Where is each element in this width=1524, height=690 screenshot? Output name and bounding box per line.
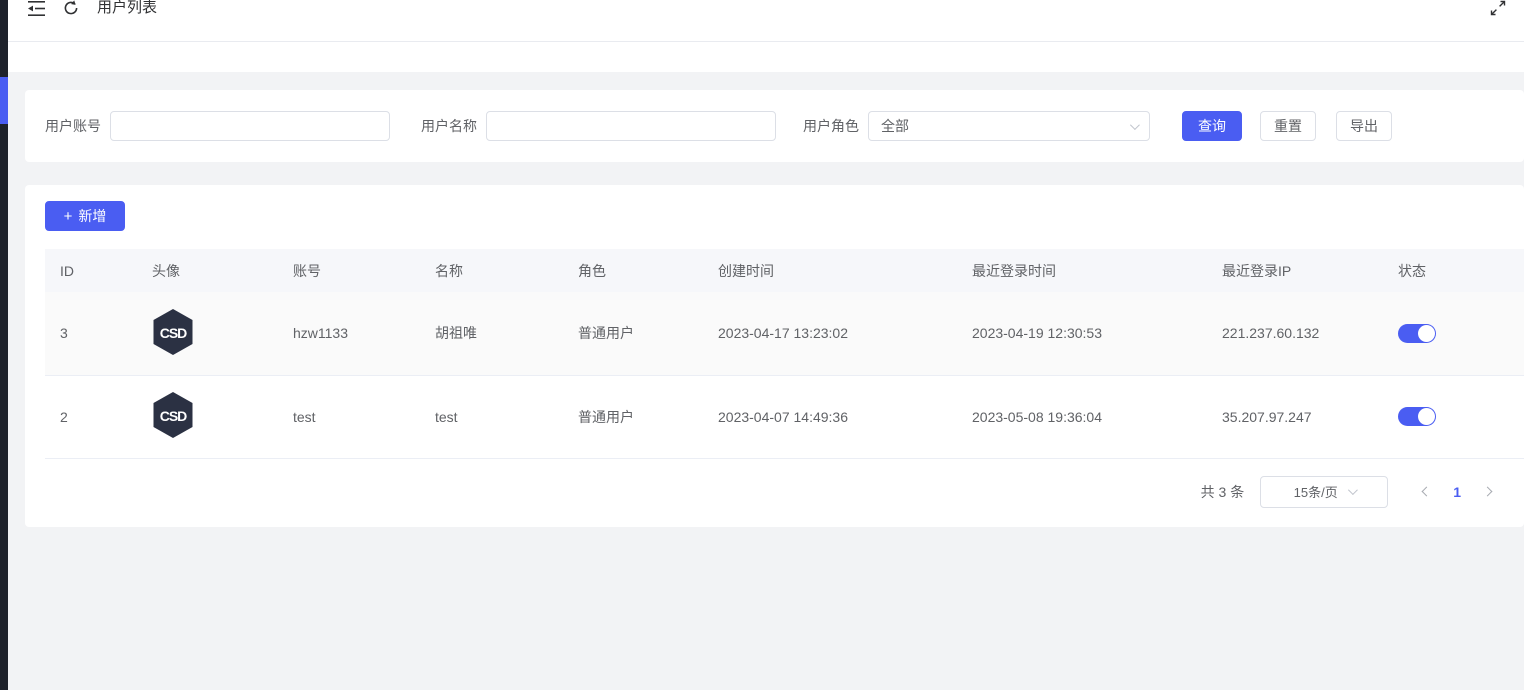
cell-name: test bbox=[420, 375, 563, 458]
col-last-ip: 最近登录IP bbox=[1207, 249, 1383, 292]
cell-id: 3 bbox=[45, 292, 137, 375]
chevron-down-icon bbox=[1130, 120, 1140, 130]
cell-created: 2023-04-07 14:49:36 bbox=[703, 375, 957, 458]
add-button-label: 新增 bbox=[78, 206, 106, 226]
chevron-down-icon bbox=[1348, 485, 1358, 495]
table-header-row: ID 头像 账号 名称 角色 创建时间 最近登录时间 最近登录IP 状态 bbox=[45, 249, 1524, 292]
status-toggle[interactable] bbox=[1398, 407, 1436, 426]
search-button[interactable]: 查询 bbox=[1182, 111, 1242, 141]
cell-created: 2023-04-17 13:23:02 bbox=[703, 292, 957, 375]
role-select[interactable]: 全部 bbox=[868, 111, 1150, 141]
fullscreen-button[interactable] bbox=[1490, 0, 1506, 16]
cell-last-ip: 221.237.60.132 bbox=[1207, 292, 1383, 375]
cell-role: 普通用户 bbox=[563, 375, 703, 458]
col-avatar: 头像 bbox=[137, 249, 278, 292]
account-input[interactable] bbox=[110, 111, 390, 141]
pagination: 共 3 条 15条/页 1 bbox=[25, 459, 1524, 525]
col-last-login: 最近登录时间 bbox=[957, 249, 1207, 292]
toggle-knob bbox=[1418, 325, 1435, 342]
hex-logo-icon: CSD bbox=[152, 308, 194, 356]
account-label: 用户账号 bbox=[45, 116, 101, 136]
cell-last-login: 2023-05-08 19:36:04 bbox=[957, 375, 1207, 458]
collapsed-sidebar[interactable] bbox=[0, 0, 8, 690]
cell-name: 胡祖唯 bbox=[420, 292, 563, 375]
col-id: ID bbox=[45, 249, 137, 292]
refresh-icon bbox=[63, 0, 79, 16]
name-input[interactable] bbox=[486, 111, 776, 141]
role-selected-value: 全部 bbox=[881, 116, 1130, 136]
topbar: 用户列表 bbox=[8, 0, 1524, 42]
next-page-button[interactable] bbox=[1473, 488, 1502, 495]
fullscreen-icon bbox=[1490, 0, 1506, 16]
table-row: 3 CSD hzw1133 胡祖唯 普通用户 2023-04-17 13:23:… bbox=[45, 292, 1524, 375]
prev-page-button[interactable] bbox=[1412, 488, 1441, 495]
fold-sidebar-button[interactable] bbox=[28, 0, 45, 16]
reset-button[interactable]: 重置 bbox=[1260, 111, 1316, 141]
export-button[interactable]: 导出 bbox=[1336, 111, 1392, 141]
cell-id: 2 bbox=[45, 375, 137, 458]
fold-icon bbox=[28, 1, 45, 16]
hex-logo-icon: CSD bbox=[152, 391, 194, 439]
role-label: 用户角色 bbox=[803, 116, 859, 136]
col-status: 状态 bbox=[1383, 249, 1524, 292]
chevron-right-icon bbox=[1483, 487, 1493, 497]
tabbar-spacer bbox=[8, 42, 1524, 72]
tab-label: 用户列表 bbox=[97, 0, 157, 16]
col-name: 名称 bbox=[420, 249, 563, 292]
col-account: 账号 bbox=[278, 249, 420, 292]
pagination-total: 共 3 条 bbox=[1201, 482, 1245, 502]
cell-account: test bbox=[278, 375, 420, 458]
col-role: 角色 bbox=[563, 249, 703, 292]
page-size-select[interactable]: 15条/页 bbox=[1260, 476, 1388, 508]
toggle-knob bbox=[1418, 408, 1435, 425]
user-table: ID 头像 账号 名称 角色 创建时间 最近登录时间 最近登录IP 状态 3 bbox=[45, 249, 1524, 459]
status-toggle[interactable] bbox=[1398, 324, 1436, 343]
refresh-button[interactable] bbox=[63, 0, 79, 16]
avatar: CSD bbox=[152, 308, 194, 356]
page-size-value: 15条/页 bbox=[1294, 482, 1338, 501]
tab-user-list[interactable]: 用户列表 bbox=[97, 0, 157, 16]
svg-text:CSD: CSD bbox=[160, 408, 187, 424]
name-label: 用户名称 bbox=[421, 116, 477, 136]
plus-icon: + bbox=[64, 209, 73, 224]
cell-role: 普通用户 bbox=[563, 292, 703, 375]
cell-last-ip: 35.207.97.247 bbox=[1207, 375, 1383, 458]
avatar: CSD bbox=[152, 391, 194, 439]
chevron-left-icon bbox=[1422, 487, 1432, 497]
table-row: 2 CSD test test 普通用户 2023-04-07 14:49:36 bbox=[45, 375, 1524, 458]
col-created: 创建时间 bbox=[703, 249, 957, 292]
cell-last-login: 2023-04-19 12:30:53 bbox=[957, 292, 1207, 375]
cell-account: hzw1133 bbox=[278, 292, 420, 375]
svg-text:CSD: CSD bbox=[160, 325, 187, 341]
add-user-button[interactable]: + 新增 bbox=[45, 201, 125, 231]
table-card: + 新增 ID 头像 账号 名称 角色 创建时间 最近登录时间 最近登录IP bbox=[25, 185, 1524, 527]
current-page[interactable]: 1 bbox=[1441, 484, 1473, 500]
filter-card: 用户账号 用户名称 用户角色 全部 查询 重置 导出 bbox=[25, 90, 1524, 162]
sidebar-active-item[interactable] bbox=[0, 77, 8, 124]
